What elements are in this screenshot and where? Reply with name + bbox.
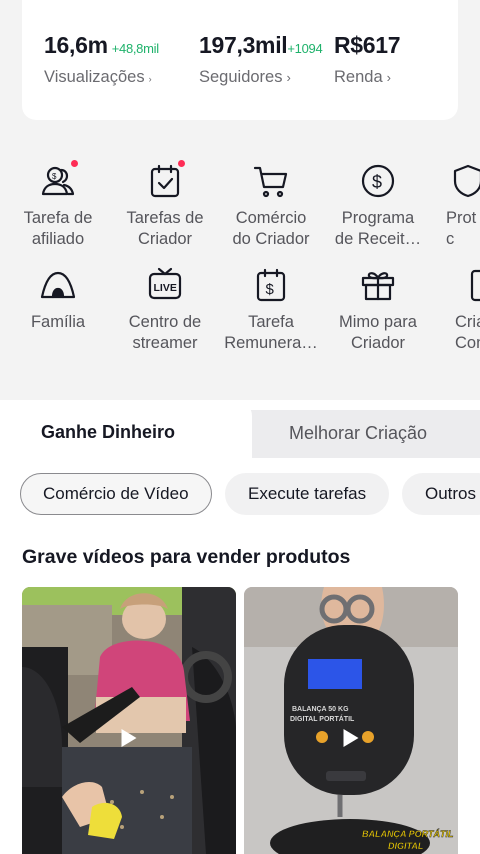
- filter-video-commerce[interactable]: Comércio de Vídeo: [20, 473, 212, 515]
- tool-label: Família: [30, 313, 86, 331]
- shield-icon: [448, 161, 480, 201]
- document-icon: [468, 265, 480, 305]
- tool-label: Cria Contr: [455, 313, 480, 352]
- tool-revenue-program[interactable]: $ Programa de Receit…: [323, 161, 433, 250]
- income-value: R$617: [334, 32, 401, 58]
- views-label: Visualizações ›: [44, 68, 152, 86]
- notification-dot: [71, 160, 78, 167]
- tool-creator-commerce[interactable]: Comércio do Criador: [216, 161, 326, 250]
- chevron-right-icon: ›: [386, 70, 391, 85]
- svg-text:DIGITAL PORTÁTIL: DIGITAL PORTÁTIL: [290, 714, 355, 723]
- followers-label: Seguidores ›: [199, 68, 291, 86]
- followers-value: 197,3mil+1094: [199, 32, 323, 58]
- video-thumbnail-image: [22, 587, 236, 854]
- affiliate-icon: $: [38, 160, 78, 201]
- svg-text:$: $: [52, 172, 57, 181]
- live-tv-icon: LIVE: [145, 265, 185, 305]
- tool-label: Programa de Receit…: [334, 209, 422, 248]
- tool-family[interactable]: Família: [3, 265, 113, 333]
- stats-card: 16,6m +48,8mil Visualizações › 197,3mil+10…: [22, 0, 458, 120]
- dollar-calendar-icon: $: [251, 265, 291, 305]
- income-label: Renda ›: [334, 68, 391, 86]
- tool-paid-task[interactable]: $ Tarefa Remunera…: [216, 265, 326, 354]
- dollar-circle-icon: $: [358, 161, 398, 201]
- svg-text:$: $: [266, 281, 275, 298]
- followers-delta: +1094: [287, 41, 323, 56]
- tool-creator-tasks[interactable]: Tarefas de Criador: [110, 160, 220, 250]
- tool-streamer-center[interactable]: LIVE Centro de streamer: [110, 265, 220, 354]
- play-icon: [121, 729, 137, 747]
- svg-text:DIGITAL: DIGITAL: [388, 841, 423, 851]
- video-thumbnail[interactable]: BALANÇA 50 KG DIGITAL PORTÁTIL BALANÇA P…: [244, 587, 458, 854]
- views-value: 16,6m +48,8mil: [44, 32, 159, 58]
- section-title: Grave vídeos para vender produtos: [22, 546, 351, 568]
- video-thumbnail[interactable]: [22, 587, 236, 854]
- tool-label: Centro de streamer: [128, 313, 202, 352]
- tool-label: Tarefa de afiliado: [23, 209, 93, 248]
- video-thumbnail-image: BALANÇA 50 KG DIGITAL PORTÁTIL BALANÇA P…: [244, 587, 458, 854]
- tool-label: Prot c: [446, 209, 477, 248]
- tool-creator-gift[interactable]: Mimo para Criador: [323, 265, 433, 354]
- cart-icon: [251, 161, 291, 201]
- task-check-icon: [145, 160, 185, 201]
- filter-execute-tasks[interactable]: Execute tarefas: [225, 473, 390, 515]
- creator-tools-grid: $ Tarefa de afiliado Tarefas de Criador …: [0, 158, 480, 358]
- notification-dot: [178, 160, 185, 167]
- tool-label: Mimo para Criador: [339, 313, 417, 352]
- views-delta: +48,8mil: [111, 41, 159, 56]
- tool-creator-contract[interactable]: Cria Contr: [430, 265, 480, 354]
- tool-label: Tarefas de Criador: [126, 209, 204, 248]
- tool-protection[interactable]: Prot c: [430, 161, 480, 250]
- tab-earn-money[interactable]: Ganhe Dinheiro: [41, 422, 175, 443]
- gift-icon: [358, 265, 398, 305]
- chevron-right-icon: ›: [148, 74, 152, 84]
- stat-income[interactable]: R$617 Renda ›: [334, 32, 401, 87]
- play-icon: [343, 729, 359, 747]
- svg-text:$: $: [372, 172, 382, 192]
- svg-text:LIVE: LIVE: [154, 282, 177, 294]
- chevron-right-icon: ›: [286, 70, 291, 85]
- tool-label: Tarefa Remunera…: [224, 313, 318, 352]
- tab-improve-creation[interactable]: Melhorar Criação: [289, 423, 427, 444]
- svg-text:BALANÇA PORTÁTIL: BALANÇA PORTÁTIL: [362, 829, 454, 839]
- stat-followers[interactable]: 197,3mil+1094 Seguidores ›: [199, 32, 323, 87]
- svg-text:BALANÇA 50 KG: BALANÇA 50 KG: [292, 706, 349, 713]
- stat-views[interactable]: 16,6m +48,8mil Visualizações ›: [44, 32, 159, 87]
- tent-icon: [38, 265, 78, 305]
- filter-others[interactable]: Outros: [402, 473, 480, 515]
- tool-label: Comércio do Criador: [232, 209, 310, 248]
- tool-affiliate-task[interactable]: $ Tarefa de afiliado: [3, 160, 113, 250]
